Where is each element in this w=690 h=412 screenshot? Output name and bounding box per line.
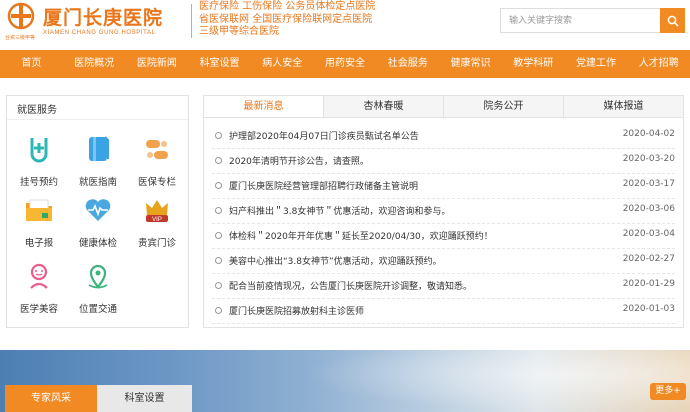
news-title[interactable]: 体检科＂2020年开年优惠＂延长至2020/04/30，欢迎踊跃预约！ — [229, 229, 493, 242]
nav-item-patient-safety[interactable]: 病人安全 — [251, 50, 314, 78]
service-guide[interactable]: 就医指南 — [69, 134, 127, 194]
news-title[interactable]: 配合当前疫情现况，公告厦门长庚医院开诊调整，敬请知悉。 — [229, 279, 472, 292]
search-button[interactable] — [660, 8, 685, 33]
bullet-icon — [215, 307, 222, 314]
bullet-icon — [215, 182, 222, 189]
service-location[interactable]: 位置交通 — [69, 261, 127, 321]
beauty-icon — [30, 263, 48, 289]
service-label: 电子报 — [24, 238, 54, 249]
news-item[interactable]: 2020年清明节开诊公告，请查照。 2020-03-20 — [212, 149, 675, 174]
hospital-tagline: 医疗保险 工伤保险 公务员体检定点医院 省医保联网 全国医疗保险联网定点医院 三… — [199, 1, 375, 39]
news-title[interactable]: 厦门长庚医院经营管理部招聘行政储备主管说明 — [229, 179, 418, 192]
tab-hospital-affairs[interactable]: 院务公开 — [443, 96, 563, 117]
service-label: 挂号预约 — [19, 177, 58, 188]
news-tabs: 最新消息 杏林春暖 院务公开 媒体报道 — [204, 96, 683, 118]
tab-xinglin[interactable]: 杏林春暖 — [323, 96, 443, 117]
more-button[interactable]: 更多+ — [650, 383, 686, 400]
tab-media-reports[interactable]: 媒体报道 — [563, 96, 683, 117]
nav-item-research[interactable]: 教学科研 — [502, 50, 565, 78]
guide-book-icon — [89, 136, 109, 161]
news-item[interactable]: 美容中心推出“3.8女神节”优惠活动，欢迎踊跃预约。 2020-02-27 — [212, 249, 675, 274]
news-item[interactable]: 体检科＂2020年开年优惠＂延长至2020/04/30，欢迎踊跃预约！ 2020… — [212, 224, 675, 249]
news-list: 护理部2020年04月07日门诊疾员甄试名单公告 2020-04-02 2020… — [204, 124, 683, 324]
news-title[interactable]: 2020年清明节开诊公告，请查照。 — [229, 154, 369, 167]
bullet-icon — [215, 282, 222, 289]
nav-item-news[interactable]: 医院新闻 — [125, 50, 188, 78]
news-title[interactable]: 妇产科推出＂3.8女神节＂优惠活动，欢迎咨询和参与。 — [229, 204, 450, 217]
news-date: 2020-03-06 — [622, 204, 675, 214]
hospital-logo[interactable]: 厦门长庚医院 XIAMEN CHANG GUNG HOSPITAL 台资三级甲等 — [5, 2, 165, 44]
tab-latest-news[interactable]: 最新消息 — [204, 96, 323, 117]
logo-badge-text: 台资三级甲等 — [5, 35, 36, 41]
tagline-line: 医疗保险 工伤保险 公务员体检定点医院 — [199, 1, 376, 12]
main-nav: 首页 医院概况 医院新闻 科室设置 病人安全 用药安全 社会服务 健康常识 教学… — [0, 50, 690, 78]
news-date: 2020-01-03 — [622, 304, 675, 314]
news-date: 2020-04-02 — [622, 129, 675, 139]
news-item[interactable]: 配合当前疫情现况，公告厦门长庚医院开诊调整，敬请知悉。 2020-01-29 — [212, 274, 675, 299]
vip-icon: VIP — [146, 200, 168, 223]
bullet-icon — [215, 232, 222, 239]
news-title[interactable]: 厦门长庚医院招募放射科主诊医师 — [229, 304, 364, 317]
service-label: 医学美容 — [19, 304, 58, 315]
news-date: 2020-03-04 — [622, 229, 675, 239]
tagline-line: 三级甲等综合医院 — [199, 26, 279, 37]
news-item[interactable]: 护理部2020年04月07日门诊疾员甄试名单公告 2020-04-02 — [212, 124, 675, 149]
news-date: 2020-03-17 — [622, 179, 675, 189]
nav-item-medication-safety[interactable]: 用药安全 — [314, 50, 377, 78]
search-icon — [667, 15, 679, 27]
service-label: 贵宾门诊 — [137, 238, 176, 249]
service-e-newspaper[interactable]: 电子报 — [10, 195, 68, 255]
heart-icon — [85, 199, 111, 221]
logo-english-name: XIAMEN CHANG GUNG HOSPITAL — [43, 30, 156, 36]
news-date: 2020-01-29 — [622, 279, 675, 289]
folder-icon — [26, 199, 52, 221]
news-panel: 最新消息 杏林春暖 院务公开 媒体报道 护理部2020年04月07日门诊疾员甄试… — [203, 95, 684, 328]
nav-item-home[interactable]: 首页 — [0, 50, 63, 78]
svg-text:VIP: VIP — [152, 217, 162, 223]
service-label: 就医指南 — [78, 177, 117, 188]
nav-item-health-knowledge[interactable]: 健康常识 — [439, 50, 502, 78]
news-title[interactable]: 美容中心推出“3.8女神节”优惠活动，欢迎踊跃预约。 — [229, 254, 442, 267]
service-label: 位置交通 — [78, 304, 117, 315]
news-item[interactable]: 厦门长庚医院招募放射科主诊医师 2020-01-03 — [212, 299, 675, 324]
bullet-icon — [215, 207, 222, 214]
header-divider — [191, 4, 192, 38]
medical-services-panel: 就医服务 挂号预约 就医指南 医保专栏 电子报 健康体检 VIP 贵宾门诊 医学… — [6, 95, 189, 328]
hero-glow — [300, 350, 690, 412]
nav-item-careers[interactable]: 人才招聘 — [627, 50, 690, 78]
service-vip-clinic[interactable]: VIP 贵宾门诊 — [128, 195, 186, 255]
services-title: 就医服务 — [17, 105, 57, 116]
service-label: 医保专栏 — [137, 177, 176, 188]
bullet-icon — [215, 132, 222, 139]
service-registration[interactable]: 挂号预约 — [10, 134, 68, 194]
nav-item-departments[interactable]: 科室设置 — [188, 50, 251, 78]
tab-department-settings[interactable]: 科室设置 — [97, 385, 192, 412]
nav-item-social-service[interactable]: 社会服务 — [376, 50, 439, 78]
tagline-line: 省医保联网 全国医疗保险联网定点医院 — [199, 13, 373, 25]
news-date: 2020-02-27 — [622, 254, 675, 264]
site-header: 厦门长庚医院 XIAMEN CHANG GUNG HOSPITAL 台资三级甲等… — [0, 0, 690, 48]
bullet-icon — [215, 157, 222, 164]
bullet-icon — [215, 257, 222, 264]
logo-mark-icon — [7, 2, 35, 30]
news-title[interactable]: 护理部2020年04月07日门诊疾员甄试名单公告 — [229, 129, 419, 142]
nav-item-party[interactable]: 党建工作 — [565, 50, 628, 78]
service-medical-beauty[interactable]: 医学美容 — [10, 261, 68, 321]
divider — [7, 119, 188, 120]
news-date: 2020-03-20 — [622, 154, 675, 164]
registration-icon — [30, 138, 48, 163]
search-box — [500, 8, 685, 33]
nav-item-overview[interactable]: 医院概况 — [63, 50, 126, 78]
news-item[interactable]: 厦门长庚医院经营管理部招聘行政储备主管说明 2020-03-17 — [212, 174, 675, 199]
location-icon — [88, 264, 108, 289]
news-item[interactable]: 妇产科推出＂3.8女神节＂优惠活动，欢迎咨询和参与。 2020-03-06 — [212, 199, 675, 224]
service-insurance[interactable]: 医保专栏 — [128, 134, 186, 194]
tab-experts[interactable]: 专家风采 — [5, 385, 97, 412]
insurance-icon — [146, 140, 168, 159]
service-health-checkup[interactable]: 健康体检 — [69, 195, 127, 255]
logo-chinese-name: 厦门长庚医院 — [43, 7, 164, 29]
search-input[interactable] — [500, 8, 660, 33]
service-label: 健康体检 — [78, 238, 117, 249]
